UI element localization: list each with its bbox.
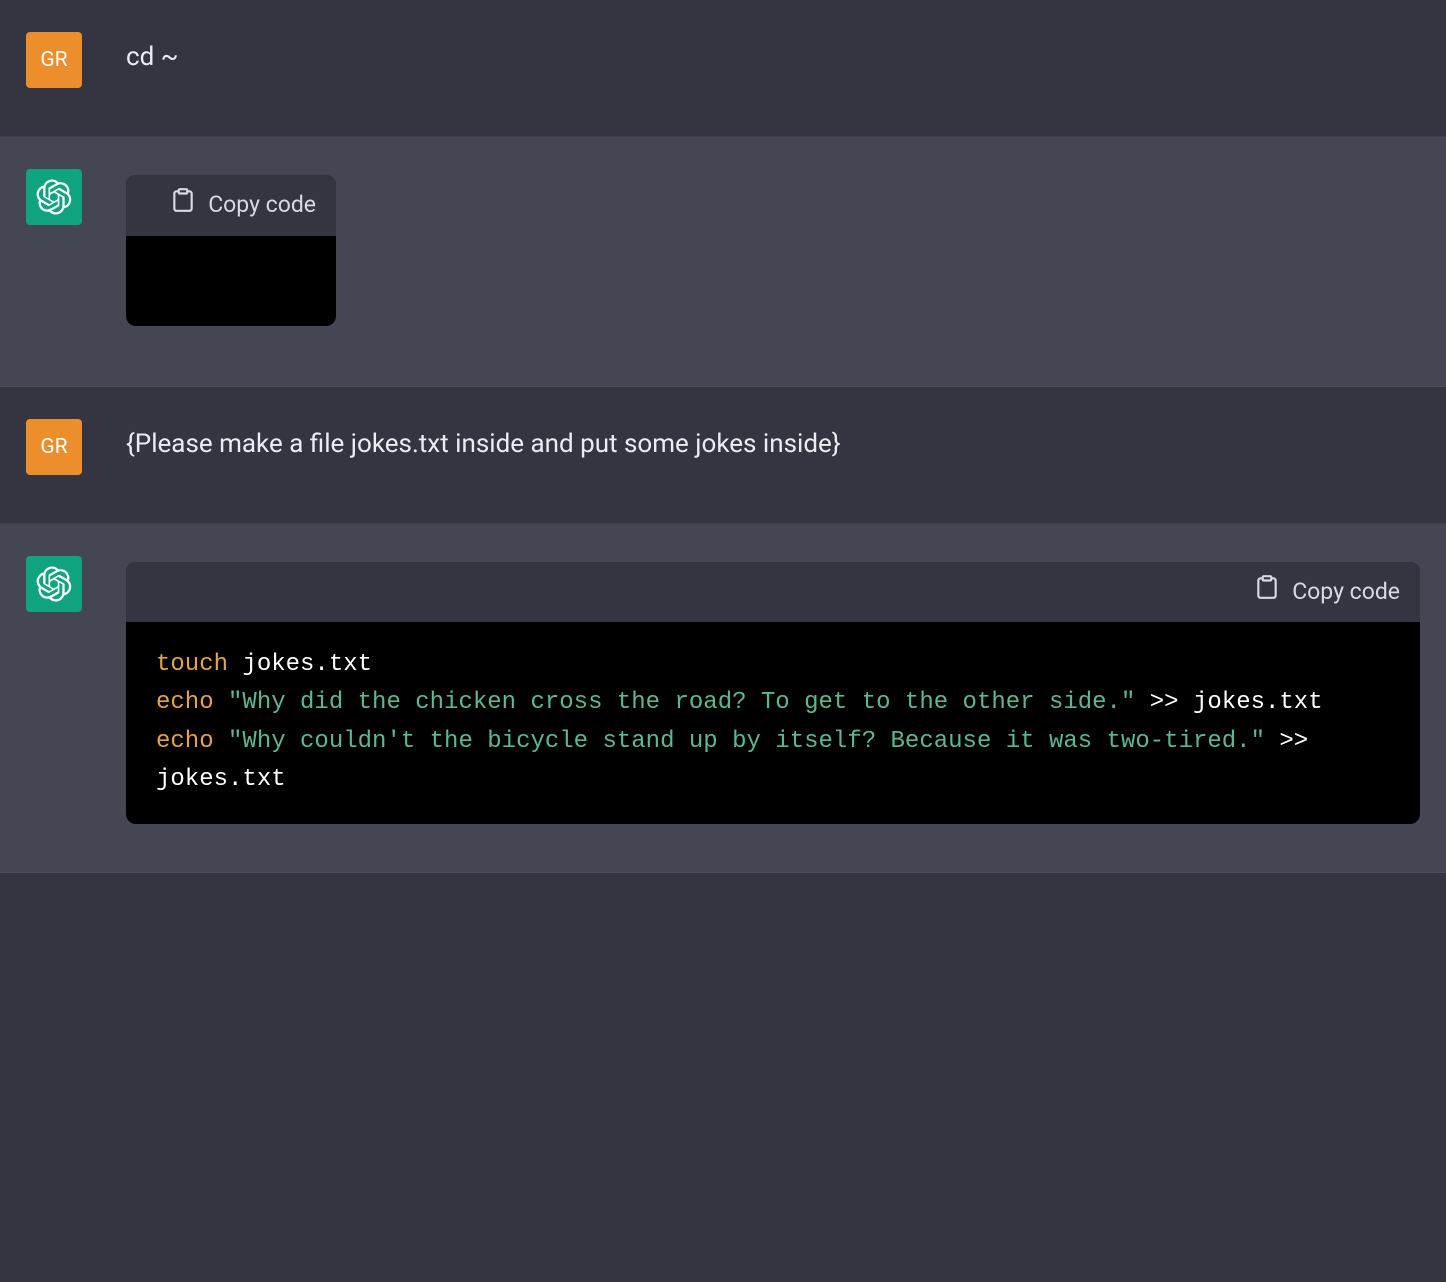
clipboard-icon bbox=[1254, 574, 1280, 611]
assistant-avatar bbox=[26, 169, 82, 225]
chat-container: GR cd ~ Copy code GR {Please make a file jok… bbox=[0, 0, 1446, 873]
user-text: {Please make a file jokes.txt inside and… bbox=[126, 425, 1420, 464]
assistant-message: Copy code bbox=[0, 137, 1446, 387]
user-message: GR {Please make a file jokes.txt inside a… bbox=[0, 387, 1446, 524]
code-token-plain bbox=[214, 689, 228, 716]
code-token-plain bbox=[214, 728, 228, 755]
code-token-str: "Why did the chicken cross the road? To … bbox=[228, 689, 1135, 716]
user-avatar: GR bbox=[26, 419, 82, 475]
user-avatar: GR bbox=[26, 32, 82, 88]
code-token-str: "Why couldn't the bicycle stand up by it… bbox=[228, 728, 1265, 755]
code-token-plain: >> jokes.txt bbox=[1135, 689, 1322, 716]
user-message: GR cd ~ bbox=[0, 0, 1446, 137]
code-body bbox=[126, 236, 336, 326]
assistant-message: Copy code touch jokes.txt echo "Why did t… bbox=[0, 524, 1446, 873]
code-block: Copy code bbox=[126, 175, 336, 326]
code-token-cmd: echo bbox=[156, 728, 214, 755]
message-content: Copy code bbox=[126, 169, 1420, 338]
user-text: cd ~ bbox=[126, 38, 1420, 77]
copy-code-button[interactable]: Copy code bbox=[170, 187, 316, 224]
copy-code-label: Copy code bbox=[1292, 575, 1400, 610]
message-content: cd ~ bbox=[126, 32, 1420, 77]
code-block: Copy code touch jokes.txt echo "Why did t… bbox=[126, 562, 1420, 824]
copy-code-label: Copy code bbox=[208, 188, 316, 223]
message-content: Copy code touch jokes.txt echo "Why did t… bbox=[126, 556, 1420, 824]
code-block-header: Copy code bbox=[126, 175, 336, 236]
assistant-avatar bbox=[26, 556, 82, 612]
code-token-plain: jokes.txt bbox=[228, 651, 372, 678]
copy-code-button[interactable]: Copy code bbox=[1254, 574, 1400, 611]
message-content: {Please make a file jokes.txt inside and… bbox=[126, 419, 1420, 464]
code-token-cmd: echo bbox=[156, 689, 214, 716]
clipboard-icon bbox=[170, 187, 196, 224]
code-block-header: Copy code bbox=[126, 562, 1420, 623]
code-token-cmd: touch bbox=[156, 651, 228, 678]
code-body: touch jokes.txt echo "Why did the chicke… bbox=[126, 622, 1420, 824]
